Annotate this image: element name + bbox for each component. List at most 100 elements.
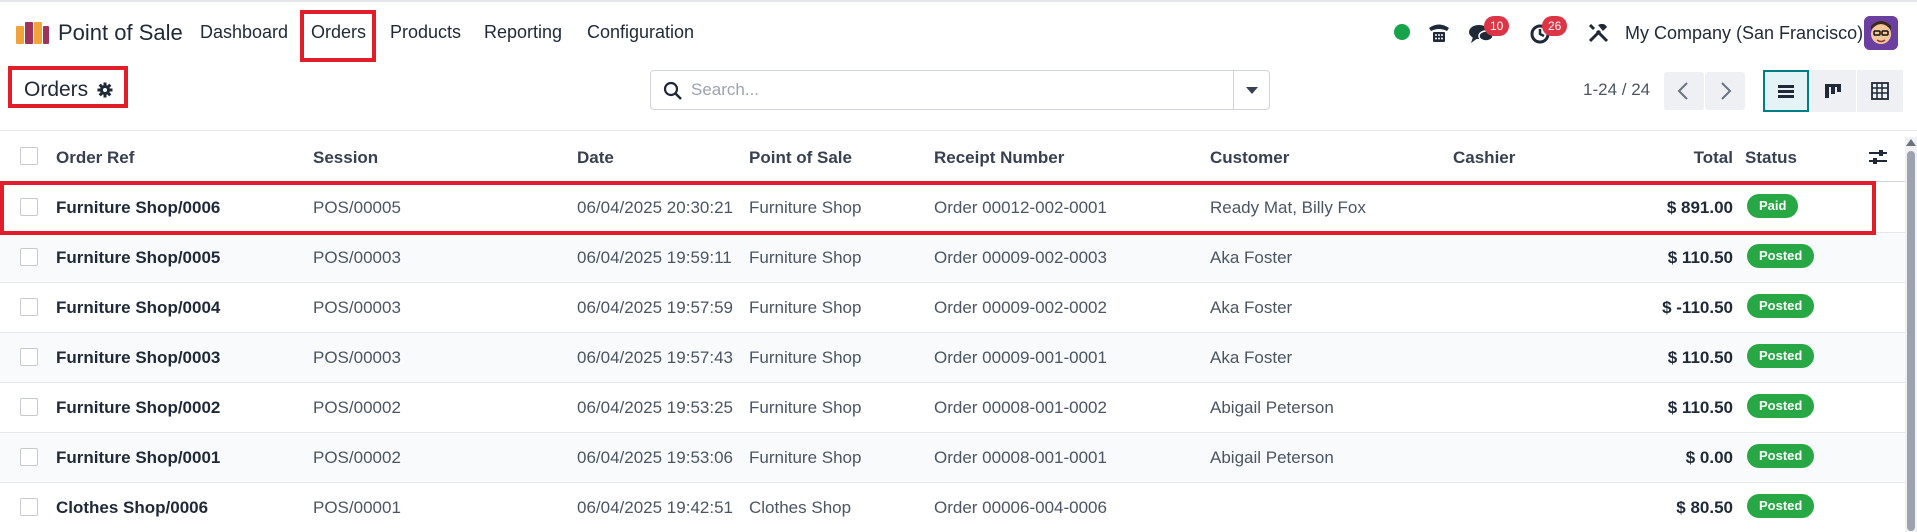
session-cell: POS/00003 [313, 248, 401, 267]
pivot-view-button[interactable] [1857, 70, 1903, 112]
point-of-sale-cell: Furniture Shop [749, 248, 862, 267]
order-ref-cell: Clothes Shop/0006 [56, 498, 209, 517]
grid-view-icon [1871, 82, 1889, 100]
order-ref-cell: Furniture Shop/0005 [56, 248, 221, 267]
status-badge: Posted [1747, 444, 1815, 468]
phone-icon[interactable] [1425, 19, 1453, 47]
title-highlight-box [8, 66, 128, 108]
point-of-sale-cell: Furniture Shop [749, 298, 862, 317]
table-row[interactable]: Furniture Shop/0004 POS/00003 06/04/2025 1… [0, 283, 1905, 333]
column-customer[interactable]: Customer [1210, 148, 1289, 168]
customer-cell: Aka Foster [1210, 298, 1293, 317]
column-cashier[interactable]: Cashier [1453, 148, 1515, 168]
receipt-number-cell: Order 00006-004-0006 [934, 498, 1107, 517]
nav-dashboard[interactable]: Dashboard [200, 22, 288, 43]
pager-previous-button[interactable] [1664, 72, 1704, 110]
nav-configuration[interactable]: Configuration [587, 22, 694, 43]
column-order-ref[interactable]: Order Ref [56, 148, 134, 168]
row-checkbox[interactable] [20, 248, 38, 266]
chevron-left-icon [1677, 82, 1688, 100]
session-cell: POS/00003 [313, 298, 401, 317]
date-cell: 06/04/2025 19:42:51 [577, 498, 733, 517]
presence-status-dot [1394, 24, 1410, 40]
chevron-right-icon [1721, 82, 1732, 100]
kanban-view-button[interactable] [1810, 70, 1856, 112]
app-title[interactable]: Point of Sale [58, 20, 183, 46]
point-of-sale-cell: Furniture Shop [749, 348, 862, 367]
debug-tools-icon[interactable] [1585, 19, 1613, 47]
table-row[interactable]: Furniture Shop/0003 POS/00003 06/04/2025 1… [0, 333, 1905, 383]
scroll-up-icon[interactable] [1906, 139, 1916, 146]
receipt-number-cell: Order 00009-002-0002 [934, 298, 1107, 317]
point-of-sale-cell: Furniture Shop [749, 398, 862, 417]
row-checkbox[interactable] [20, 298, 38, 316]
column-status[interactable]: Status [1745, 148, 1797, 168]
order-ref-cell: Furniture Shop/0002 [56, 398, 221, 417]
column-total[interactable]: Total [1626, 148, 1733, 168]
list-view-icon [1778, 85, 1794, 98]
column-point-of-sale[interactable]: Point of Sale [749, 148, 852, 168]
customer-cell: Aka Foster [1210, 348, 1293, 367]
row-checkbox[interactable] [20, 448, 38, 466]
nav-products[interactable]: Products [390, 22, 461, 43]
status-badge: Posted [1747, 394, 1815, 418]
order-ref-cell: Furniture Shop/0001 [56, 448, 221, 467]
status-badge: Posted [1747, 344, 1815, 368]
order-ref-cell: Furniture Shop/0004 [56, 298, 221, 317]
row-checkbox[interactable] [20, 398, 38, 416]
activities-badge: 26 [1542, 16, 1568, 36]
session-cell: POS/00001 [313, 498, 401, 517]
select-all-checkbox[interactable] [20, 147, 38, 165]
row-checkbox[interactable] [20, 348, 38, 366]
column-session[interactable]: Session [313, 148, 378, 168]
status-badge: Posted [1747, 244, 1815, 268]
table-row[interactable]: Furniture Shop/0002 POS/00002 06/04/2025 1… [0, 383, 1905, 433]
date-cell: 06/04/2025 19:53:06 [577, 448, 733, 467]
total-cell: $ -110.50 [1662, 298, 1733, 317]
pager-value[interactable]: 1-24 / 24 [1583, 80, 1650, 100]
receipt-number-cell: Order 00008-001-0002 [934, 398, 1107, 417]
total-cell: $ 0.00 [1685, 448, 1733, 467]
customer-cell: Abigail Peterson [1210, 448, 1334, 467]
point-of-sale-cell: Furniture Shop [749, 448, 862, 467]
user-avatar[interactable] [1864, 16, 1898, 50]
total-cell: $ 110.50 [1667, 348, 1733, 367]
company-switcher[interactable]: My Company (San Francisco) [1625, 23, 1863, 44]
user-avatar-icon [1864, 16, 1898, 50]
customer-cell: Abigail Peterson [1210, 398, 1334, 417]
date-cell: 06/04/2025 19:59:11 [577, 248, 732, 267]
table-row[interactable]: Furniture Shop/0005 POS/00003 06/04/2025 1… [0, 233, 1905, 283]
total-cell: $ 110.50 [1667, 248, 1733, 267]
messages-badge: 10 [1484, 16, 1510, 36]
scroll-thumb[interactable] [1907, 151, 1915, 531]
nav-reporting[interactable]: Reporting [484, 22, 562, 43]
search-bar[interactable] [650, 70, 1270, 110]
date-cell: 06/04/2025 19:57:43 [577, 348, 733, 367]
status-badge: Posted [1747, 494, 1815, 518]
search-options-toggle[interactable] [1233, 71, 1269, 109]
row-checkbox[interactable] [20, 498, 38, 516]
pager-next-button[interactable] [1705, 72, 1745, 110]
column-receipt-number[interactable]: Receipt Number [934, 148, 1064, 168]
column-date[interactable]: Date [577, 148, 614, 168]
top-navbar: Point of Sale Dashboard Orders Products … [0, 0, 1917, 62]
vertical-scrollbar[interactable] [1905, 137, 1917, 532]
optional-columns-toggle-icon[interactable] [1868, 148, 1888, 166]
kanban-view-icon [1825, 84, 1841, 98]
search-input[interactable] [691, 77, 1191, 103]
row-highlight-box [0, 181, 1876, 235]
order-ref-cell: Furniture Shop/0003 [56, 348, 221, 367]
date-cell: 06/04/2025 19:57:59 [577, 298, 733, 317]
customer-cell: Aka Foster [1210, 248, 1293, 267]
table-header: Order Ref Session Date Point of Sale Rec… [0, 130, 1917, 182]
session-cell: POS/00003 [313, 348, 401, 367]
total-cell: $ 80.50 [1676, 498, 1733, 517]
pos-app-logo-icon[interactable] [14, 20, 50, 46]
receipt-number-cell: Order 00008-001-0001 [934, 448, 1107, 467]
search-icon [663, 81, 682, 100]
table-row[interactable]: Furniture Shop/0001 POS/00002 06/04/2025 1… [0, 433, 1905, 483]
list-view-button[interactable] [1763, 70, 1809, 112]
receipt-number-cell: Order 00009-002-0003 [934, 248, 1107, 267]
status-badge: Posted [1747, 294, 1815, 318]
table-row[interactable]: Clothes Shop/0006 POS/00001 06/04/2025 19:… [0, 483, 1905, 532]
